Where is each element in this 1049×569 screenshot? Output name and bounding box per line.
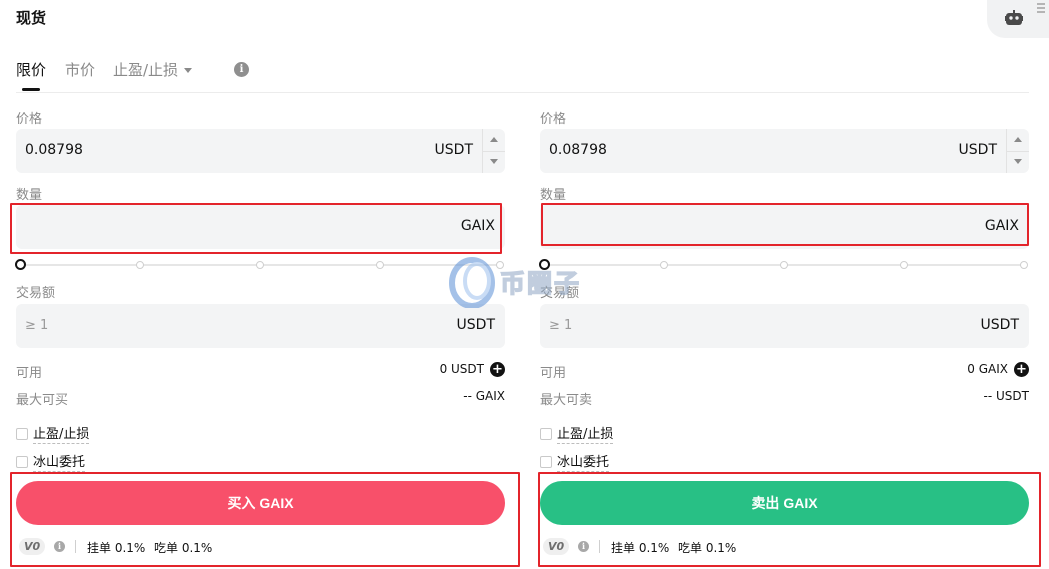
- stepper-up-icon[interactable]: [490, 137, 498, 142]
- price-unit: USDT: [958, 142, 997, 158]
- amount-label: 交易额: [16, 286, 56, 301]
- amount-unit: USDT: [456, 317, 495, 333]
- price-stepper[interactable]: [1006, 129, 1029, 173]
- price-value: 0.08798: [25, 142, 83, 158]
- info-icon[interactable]: i: [54, 541, 65, 552]
- buy-amount-input[interactable]: ≥ 1 USDT: [16, 304, 505, 348]
- buy-percent-slider[interactable]: [15, 259, 506, 270]
- fee-info: V0 i 挂单 0.1% 吃单 0.1%: [16, 537, 505, 557]
- quantity-label: 数量: [540, 188, 567, 203]
- sell-quantity-input[interactable]: GAIX: [540, 205, 1029, 249]
- price-label: 价格: [16, 112, 43, 127]
- available-value: 0 GAIX: [967, 362, 1008, 376]
- watermark-logo-icon: [449, 257, 495, 309]
- slider-mark-50[interactable]: [256, 261, 264, 269]
- available-label: 可用: [16, 366, 43, 381]
- slider-mark-75[interactable]: [900, 261, 908, 269]
- amount-placeholder: ≥ 1: [25, 318, 49, 333]
- stepper-down-icon[interactable]: [490, 159, 498, 164]
- price-label: 价格: [540, 112, 567, 127]
- slider-mark-100[interactable]: [1020, 261, 1028, 269]
- sell-percent-slider[interactable]: [539, 259, 1030, 270]
- slider-mark-75[interactable]: [376, 261, 384, 269]
- slider-mark-50[interactable]: [780, 261, 788, 269]
- buy-panel: 价格 0.08798 USDT 数量 GAIX 交易额 ≥ 1 USDT 可用 …: [15, 0, 506, 569]
- drag-handle-icon[interactable]: [1037, 3, 1045, 17]
- price-stepper[interactable]: [482, 129, 505, 173]
- taker-fee: 吃单 0.1%: [678, 541, 737, 555]
- slider-mark-25[interactable]: [660, 261, 668, 269]
- plus-circle-icon[interactable]: +: [1014, 362, 1029, 377]
- info-icon[interactable]: i: [578, 541, 589, 552]
- max-sell-value: -- USDT: [983, 389, 1029, 403]
- stepper-up-icon[interactable]: [1014, 137, 1022, 142]
- max-buy-label: 最大可买: [16, 393, 69, 408]
- watermark: 币圈子: [448, 256, 608, 309]
- available-label: 可用: [540, 366, 567, 381]
- price-unit: USDT: [434, 142, 473, 158]
- sell-price-input[interactable]: 0.08798 USDT: [540, 129, 1029, 173]
- tpsl-checkbox[interactable]: 止盈/止损: [540, 423, 614, 444]
- price-value: 0.08798: [549, 142, 607, 158]
- iceberg-checkbox[interactable]: 冰山委托: [16, 451, 86, 472]
- vip-badge[interactable]: V0: [543, 538, 570, 555]
- sell-amount-input[interactable]: ≥ 1 USDT: [540, 304, 1029, 348]
- vip-badge[interactable]: V0: [19, 538, 46, 555]
- maker-fee: 挂单 0.1%: [611, 541, 670, 555]
- fee-info: V0 i 挂单 0.1% 吃单 0.1%: [540, 537, 1029, 557]
- slider-handle[interactable]: [15, 259, 26, 270]
- buy-quantity-input[interactable]: GAIX: [16, 205, 505, 249]
- quantity-unit: GAIX: [984, 218, 1019, 234]
- slider-mark-25[interactable]: [136, 261, 144, 269]
- sell-button[interactable]: 卖出 GAIX: [540, 481, 1029, 525]
- tpsl-checkbox[interactable]: 止盈/止损: [16, 423, 90, 444]
- max-sell-label: 最大可卖: [540, 393, 593, 408]
- amount-unit: USDT: [980, 317, 1019, 333]
- stepper-down-icon[interactable]: [1014, 159, 1022, 164]
- taker-fee: 吃单 0.1%: [154, 541, 213, 555]
- amount-placeholder: ≥ 1: [549, 318, 573, 333]
- max-buy-value: -- GAIX: [463, 389, 505, 403]
- watermark-text: 币圈子: [499, 268, 582, 298]
- plus-circle-icon[interactable]: +: [490, 362, 505, 377]
- buy-price-input[interactable]: 0.08798 USDT: [16, 129, 505, 173]
- iceberg-checkbox[interactable]: 冰山委托: [540, 451, 610, 472]
- quantity-unit: GAIX: [460, 218, 495, 234]
- buy-button[interactable]: 买入 GAIX: [16, 481, 505, 525]
- sell-panel: 价格 0.08798 USDT 数量 GAIX 交易额 ≥ 1 USDT 可用 …: [539, 0, 1030, 569]
- available-value: 0 USDT: [439, 362, 484, 376]
- maker-fee: 挂单 0.1%: [87, 541, 146, 555]
- quantity-label: 数量: [16, 188, 43, 203]
